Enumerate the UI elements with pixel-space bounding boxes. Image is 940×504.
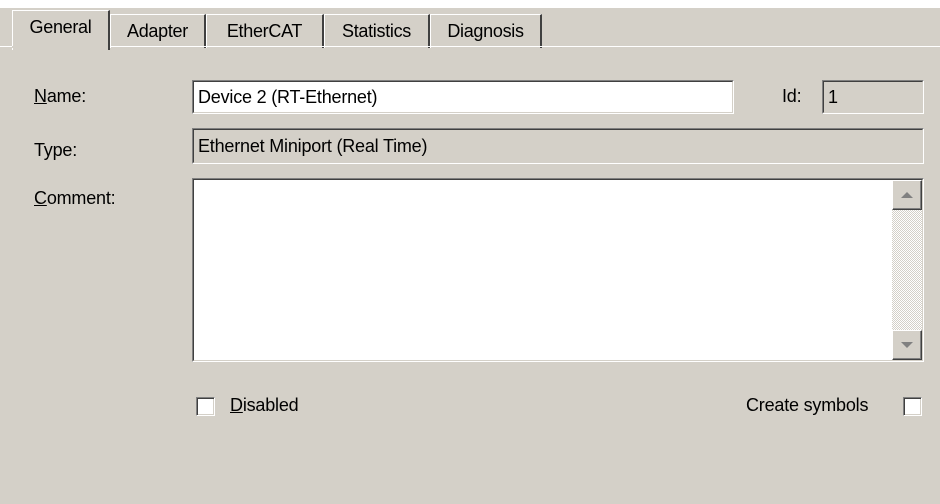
name-value[interactable]: Device 2 (RT-Ethernet)	[193, 81, 733, 113]
tab-divider	[0, 46, 940, 47]
tab-diagnosis[interactable]: Diagnosis	[430, 14, 542, 48]
tab-bar: General Adapter EtherCAT Statistics Diag…	[0, 8, 940, 50]
type-field: Ethernet Miniport (Real Time)	[192, 128, 924, 164]
arrow-down-icon	[901, 342, 913, 348]
active-tab-gap	[12, 46, 108, 48]
disabled-checkbox[interactable]	[196, 397, 215, 416]
tab-general[interactable]: General	[12, 10, 110, 50]
name-label: Name:	[34, 86, 87, 106]
scroll-down-button[interactable]	[892, 330, 922, 360]
id-field: 1	[822, 80, 924, 114]
name-field[interactable]: Device 2 (RT-Ethernet)	[192, 80, 734, 114]
comment-scrollbar[interactable]	[892, 180, 922, 360]
create-symbols-checkbox[interactable]	[903, 397, 922, 416]
comment-textarea[interactable]	[192, 178, 924, 362]
id-label: Id:	[782, 86, 802, 106]
top-strip	[0, 0, 940, 8]
id-value: 1	[823, 81, 923, 113]
scroll-up-button[interactable]	[892, 180, 922, 210]
create-symbols-label[interactable]: Create symbols	[746, 395, 868, 416]
type-value: Ethernet Miniport (Real Time)	[193, 129, 923, 163]
comment-label: Comment:	[34, 188, 116, 208]
arrow-up-icon	[901, 192, 913, 198]
type-label: Type:	[34, 140, 78, 160]
comment-value[interactable]	[193, 179, 923, 361]
tab-statistics[interactable]: Statistics	[324, 14, 430, 48]
tab-ethercat[interactable]: EtherCAT	[206, 14, 324, 48]
disabled-label[interactable]: Disabled	[230, 395, 299, 416]
tab-adapter[interactable]: Adapter	[110, 14, 206, 48]
